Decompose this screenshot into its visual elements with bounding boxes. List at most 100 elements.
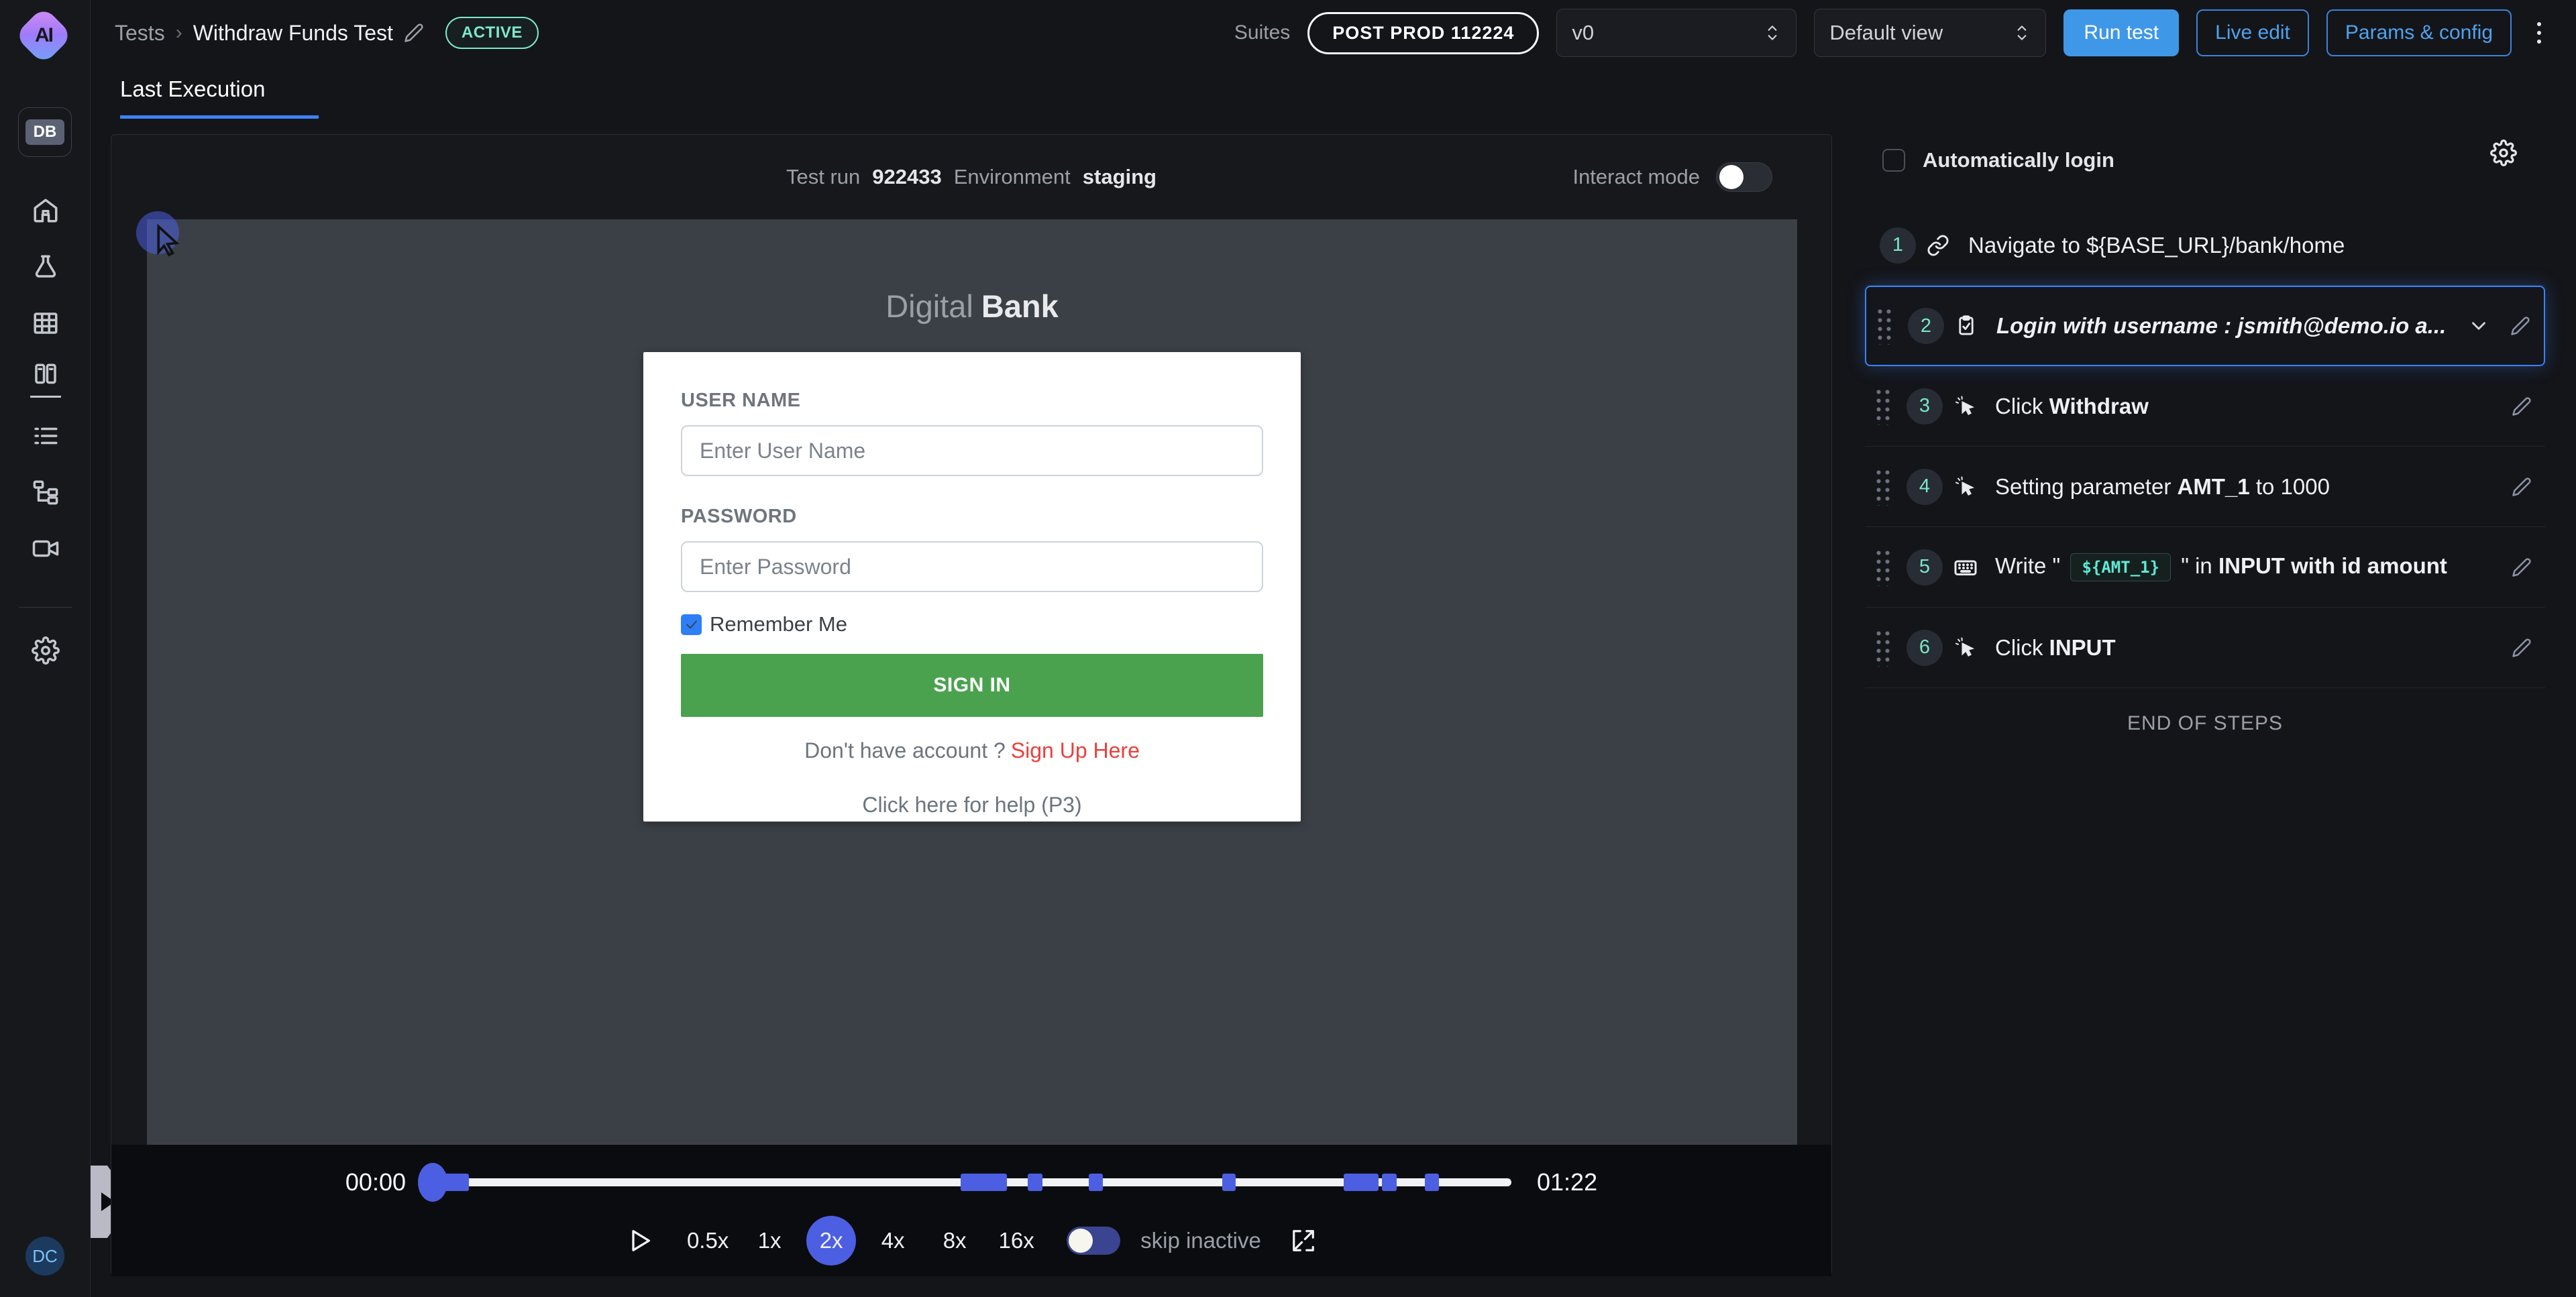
edit-step-icon[interactable] <box>2512 396 2532 416</box>
step-row[interactable]: 2Login with username : jsmith@demo.io a.… <box>1865 286 2545 366</box>
play-button-icon[interactable] <box>627 1227 653 1254</box>
total-time: 01:22 <box>1537 1168 1597 1196</box>
suites-label: Suites <box>1234 21 1290 44</box>
select-chevrons-icon <box>2013 23 2031 43</box>
version-select[interactable]: v0 <box>1556 9 1796 57</box>
app-logo-icon[interactable]: AI <box>14 6 73 65</box>
step-row[interactable]: 1Navigate to ${BASE_URL}/bank/home <box>1865 205 2545 286</box>
interact-mode-toggle[interactable] <box>1716 162 1772 192</box>
step-description: Write " ${AMT_1} " in INPUT with id amou… <box>1995 553 2447 581</box>
timeline-track[interactable] <box>431 1178 1511 1186</box>
tab-last-execution[interactable]: Last Execution <box>120 76 265 102</box>
fullscreen-icon[interactable] <box>1291 1228 1316 1253</box>
login-card: USER NAME PASSWORD Remember Me SIGN IN D… <box>643 352 1301 822</box>
page-title: Withdraw Funds Test <box>193 21 393 46</box>
speed-8x[interactable]: 8x <box>930 1216 979 1265</box>
select-chevrons-icon <box>1764 23 1781 43</box>
password-input[interactable] <box>681 541 1263 592</box>
timeline-activity-segment <box>1382 1174 1397 1191</box>
password-label: PASSWORD <box>681 506 1263 528</box>
test-run-id: 922433 <box>872 165 941 189</box>
edit-step-icon[interactable] <box>2512 477 2532 497</box>
step-number-badge: 3 <box>1907 388 1943 425</box>
username-input[interactable] <box>681 425 1263 476</box>
drag-handle-icon[interactable] <box>1874 549 1892 586</box>
run-test-button[interactable]: Run test <box>2063 9 2179 56</box>
cursor-icon <box>1953 395 1976 418</box>
sign-in-button[interactable]: SIGN IN <box>681 654 1263 717</box>
step-row[interactable]: 3 Click Withdraw <box>1865 366 2545 447</box>
speed-2x[interactable]: 2x <box>806 1216 856 1265</box>
remember-me[interactable]: Remember Me <box>681 612 1263 636</box>
remember-checkbox[interactable] <box>681 614 702 635</box>
drag-handle-icon[interactable] <box>1876 307 1893 345</box>
live-edit-button[interactable]: Live edit <box>2196 9 2309 56</box>
signup-line: Don't have account ?Sign Up Here <box>681 738 1263 763</box>
steps-settings-gear-icon[interactable] <box>2490 139 2517 166</box>
end-of-steps-label: END OF STEPS <box>1865 712 2545 735</box>
tests-flask-icon[interactable] <box>0 239 91 295</box>
step-number-badge: 5 <box>1907 549 1943 585</box>
speed-4x[interactable]: 4x <box>868 1216 918 1265</box>
help-link[interactable]: Click here for help (P3) <box>681 793 1263 817</box>
suite-pill[interactable]: POST PROD 112224 <box>1307 12 1539 54</box>
drag-handle-icon[interactable] <box>1874 388 1892 425</box>
step-description: Click Withdraw <box>1995 394 2149 419</box>
cursor-icon <box>1953 475 1976 498</box>
environment-value: staging <box>1083 165 1157 189</box>
edit-step-icon[interactable] <box>2512 557 2532 577</box>
view-select[interactable]: Default view <box>1814 9 2046 57</box>
list-icon[interactable] <box>0 408 91 464</box>
step-number-badge: 2 <box>1908 308 1944 344</box>
step-row[interactable]: 4 Setting parameter AMT_1 to 1000 <box>1865 447 2545 527</box>
recordings-camera-icon[interactable] <box>0 520 91 577</box>
breadcrumb-tests-link[interactable]: Tests <box>115 21 165 46</box>
username-label: USER NAME <box>681 390 1263 412</box>
mouse-cursor-icon <box>151 222 187 258</box>
user-avatar[interactable]: DC <box>25 1237 64 1276</box>
step-description: Click INPUT <box>1995 635 2116 661</box>
more-options-icon[interactable] <box>2529 22 2549 44</box>
flow-tree-icon[interactable] <box>0 464 91 520</box>
video-frame[interactable]: DigitalBank USER NAME PASSWORD Remember … <box>147 219 1797 1145</box>
clipboard-icon <box>1955 315 1978 337</box>
step-number-badge: 1 <box>1880 227 1916 264</box>
table-icon[interactable] <box>0 295 91 351</box>
timeline-activity-segment <box>1222 1174 1236 1191</box>
home-icon[interactable] <box>0 182 91 239</box>
speed-16x[interactable]: 16x <box>991 1216 1041 1265</box>
step-number-badge: 4 <box>1907 469 1943 505</box>
step-row[interactable]: 5 Write " ${AMT_1} " in INPUT with id amo… <box>1865 527 2545 608</box>
settings-gear-icon[interactable] <box>0 622 91 679</box>
sidebar-divider <box>19 607 72 608</box>
run-header: Test run922433 Environmentstaging Intera… <box>111 135 1831 219</box>
step-row[interactable]: 6 Click INPUT <box>1865 608 2545 688</box>
sign-up-link[interactable]: Sign Up Here <box>1011 738 1140 763</box>
remember-label: Remember Me <box>710 612 847 636</box>
workspace-switcher[interactable]: DB <box>18 107 72 157</box>
header-actions: Suites POST PROD 112224 v0 Default view … <box>1234 9 2549 57</box>
collapse-step-icon[interactable] <box>2467 315 2490 337</box>
timeline-activity-segment <box>1089 1174 1103 1191</box>
drag-handle-icon[interactable] <box>1874 468 1892 506</box>
suites-icon[interactable] <box>0 351 91 408</box>
cursor-icon <box>1953 636 1976 659</box>
run-meta: Test run922433 Environmentstaging <box>786 165 1157 189</box>
edit-title-icon[interactable] <box>404 23 424 43</box>
auto-login-checkbox[interactable] <box>1882 149 1905 172</box>
drag-handle-icon[interactable] <box>1874 629 1892 667</box>
step-description: Setting parameter AMT_1 to 1000 <box>1995 474 2330 500</box>
params-config-button[interactable]: Params & config <box>2326 9 2512 56</box>
interact-mode-label: Interact mode <box>1572 165 1700 189</box>
edit-step-icon[interactable] <box>2510 316 2530 336</box>
breadcrumb: Tests › Withdraw Funds Test ACTIVE <box>115 17 539 49</box>
skip-inactive-toggle[interactable] <box>1067 1227 1120 1255</box>
status-badge: ACTIVE <box>445 17 539 49</box>
speed-1x[interactable]: 1x <box>745 1216 794 1265</box>
speed-0.5x[interactable]: 0.5x <box>683 1216 733 1265</box>
keyboard-icon <box>1953 555 1978 579</box>
timeline-activity-segment <box>1344 1174 1379 1191</box>
edit-step-icon[interactable] <box>2512 638 2532 658</box>
step-number-badge: 6 <box>1907 630 1943 666</box>
steps-list: 1Navigate to ${BASE_URL}/bank/home2Login… <box>1865 205 2545 688</box>
